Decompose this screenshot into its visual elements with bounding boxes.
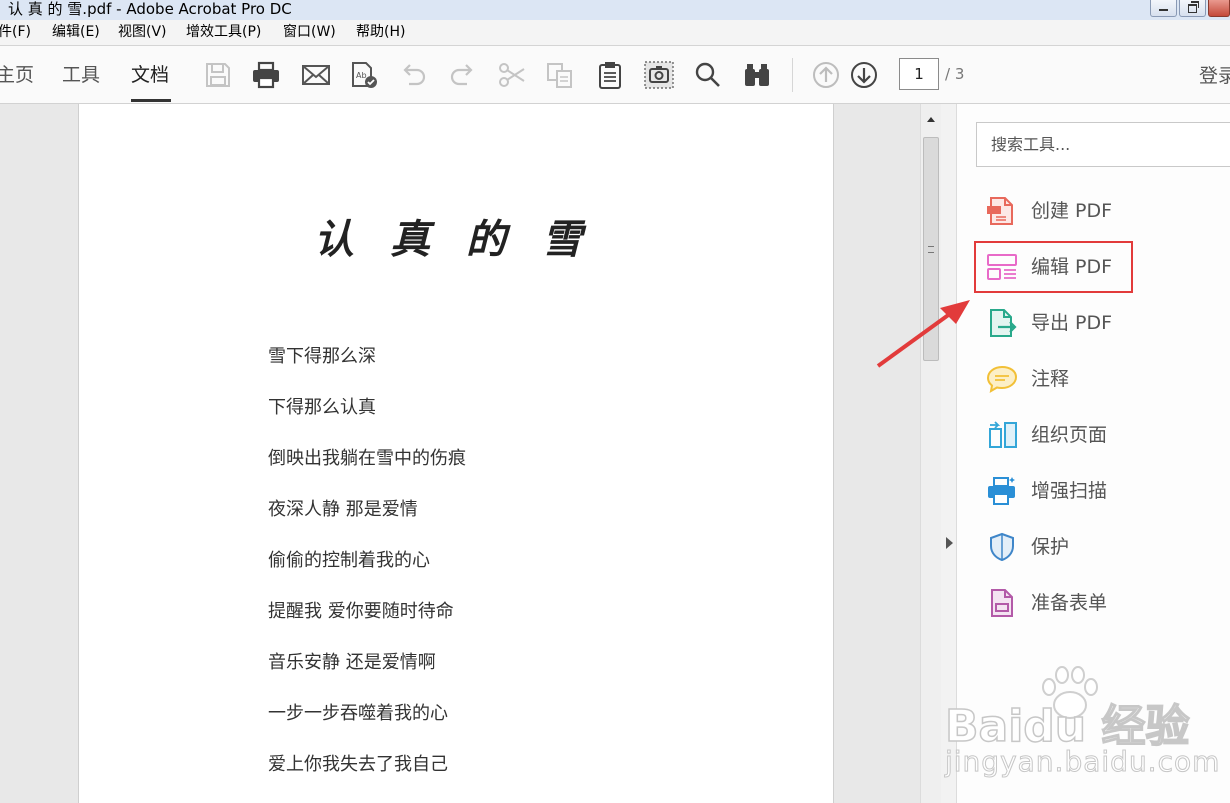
binoculars-icon[interactable] (742, 60, 772, 90)
create-pdf-icon (985, 195, 1019, 227)
document-title: 认真的雪 (314, 216, 618, 263)
tool-create-pdf[interactable]: 创建 PDF (985, 191, 1225, 231)
poem-line: 偷偷的控制着我的心 (268, 550, 430, 571)
copy-icon[interactable] (545, 60, 575, 90)
tool-comment[interactable]: 注释 (985, 359, 1225, 399)
tool-organize-pages[interactable]: 组织页面 (985, 415, 1225, 455)
tab-home[interactable]: 主页 (0, 64, 34, 86)
organize-pages-icon (985, 419, 1019, 451)
poem-line: 雪下得那么深 (268, 346, 376, 367)
poem-line: 下得那么认真 (268, 397, 376, 418)
login-link[interactable]: 登录 (1199, 65, 1230, 87)
minimize-button[interactable] (1150, 0, 1177, 17)
search-tools-input[interactable] (976, 122, 1230, 167)
export-pdf-icon (985, 307, 1019, 339)
cut-icon[interactable] (497, 60, 527, 90)
undo-icon[interactable] (398, 60, 428, 90)
menu-file[interactable]: 件(F) (0, 23, 31, 41)
tool-enhance-scan[interactable]: 增强扫描 (985, 471, 1225, 511)
tool-label: 创建 PDF (1031, 200, 1113, 222)
menu-help[interactable]: 帮助(H) (356, 23, 405, 41)
toolbar-separator (792, 58, 793, 92)
tab-document[interactable]: 文档 (131, 64, 169, 86)
snapshot-icon[interactable] (644, 60, 674, 90)
tool-protect[interactable]: 保护 (985, 527, 1225, 567)
spellcheck-icon[interactable]: Ab (349, 60, 379, 90)
annotation-arrow-icon (876, 300, 970, 368)
page-down-icon[interactable] (849, 60, 879, 90)
tool-prepare-form[interactable]: 准备表单 (985, 583, 1225, 623)
page-total: / 3 (945, 65, 965, 83)
poem-line: 音乐安静 还是爱情啊 (268, 652, 436, 673)
poem-line: 倒映出我躺在雪中的伤痕 (268, 448, 466, 469)
title-bar: 认 真 的 雪.pdf - Adobe Acrobat Pro DC (0, 0, 1230, 21)
tool-label: 准备表单 (1031, 592, 1108, 614)
menu-plugins[interactable]: 增效工具(P) (186, 23, 261, 41)
menu-view[interactable]: 视图(V) (118, 23, 167, 41)
toolbar: 主页 工具 文档 Ab / 3 登录 (0, 46, 1230, 104)
enhance-scan-icon (985, 475, 1019, 507)
menu-window[interactable]: 窗口(W) (283, 23, 336, 41)
tool-label: 注释 (1031, 368, 1070, 390)
window-controls (1148, 0, 1230, 18)
scroll-up-button[interactable] (921, 112, 942, 128)
watermark-url: jingyan.baidu.com (944, 745, 1221, 779)
tab-tools[interactable]: 工具 (62, 64, 100, 86)
page-number-input[interactable] (899, 58, 939, 90)
clipboard-icon[interactable] (595, 60, 625, 90)
poem-line: 一步一步吞噬着我的心 (268, 703, 448, 724)
tool-label: 组织页面 (1031, 424, 1108, 446)
poem-line: 夜深人静 那是爱情 (268, 499, 418, 520)
tool-label: 保护 (1031, 536, 1070, 558)
menu-edit[interactable]: 编辑(E) (52, 23, 100, 41)
print-icon[interactable] (251, 60, 281, 90)
save-icon[interactable] (203, 60, 233, 90)
menu-bar: 件(F) 编辑(E) 视图(V) 增效工具(P) 窗口(W) 帮助(H) (0, 20, 1230, 46)
close-button[interactable] (1208, 0, 1230, 17)
tool-label: 增强扫描 (1031, 480, 1108, 502)
protect-icon (985, 531, 1019, 563)
window-title: 认 真 的 雪.pdf - Adobe Acrobat Pro DC (8, 0, 292, 18)
prepare-form-icon (985, 587, 1019, 619)
collapse-pane-icon[interactable] (946, 537, 953, 549)
poem-line: 爱上你我失去了我自己 (268, 754, 448, 775)
active-tab-indicator (131, 99, 171, 102)
redo-icon[interactable] (448, 60, 478, 90)
restore-button[interactable] (1179, 0, 1206, 17)
email-icon[interactable] (301, 60, 331, 90)
svg-text:Ab: Ab (356, 71, 367, 80)
highlight-box (974, 241, 1133, 293)
tool-export-pdf[interactable]: 导出 PDF (985, 303, 1225, 343)
poem-line: 提醒我 爱你要随时待命 (268, 601, 454, 622)
comment-icon (985, 363, 1019, 395)
page-up-icon[interactable] (811, 60, 841, 90)
tool-label: 导出 PDF (1031, 312, 1113, 334)
search-icon[interactable] (693, 60, 723, 90)
watermark: Baidu 经验 jingyan.baidu.com (935, 665, 1225, 785)
